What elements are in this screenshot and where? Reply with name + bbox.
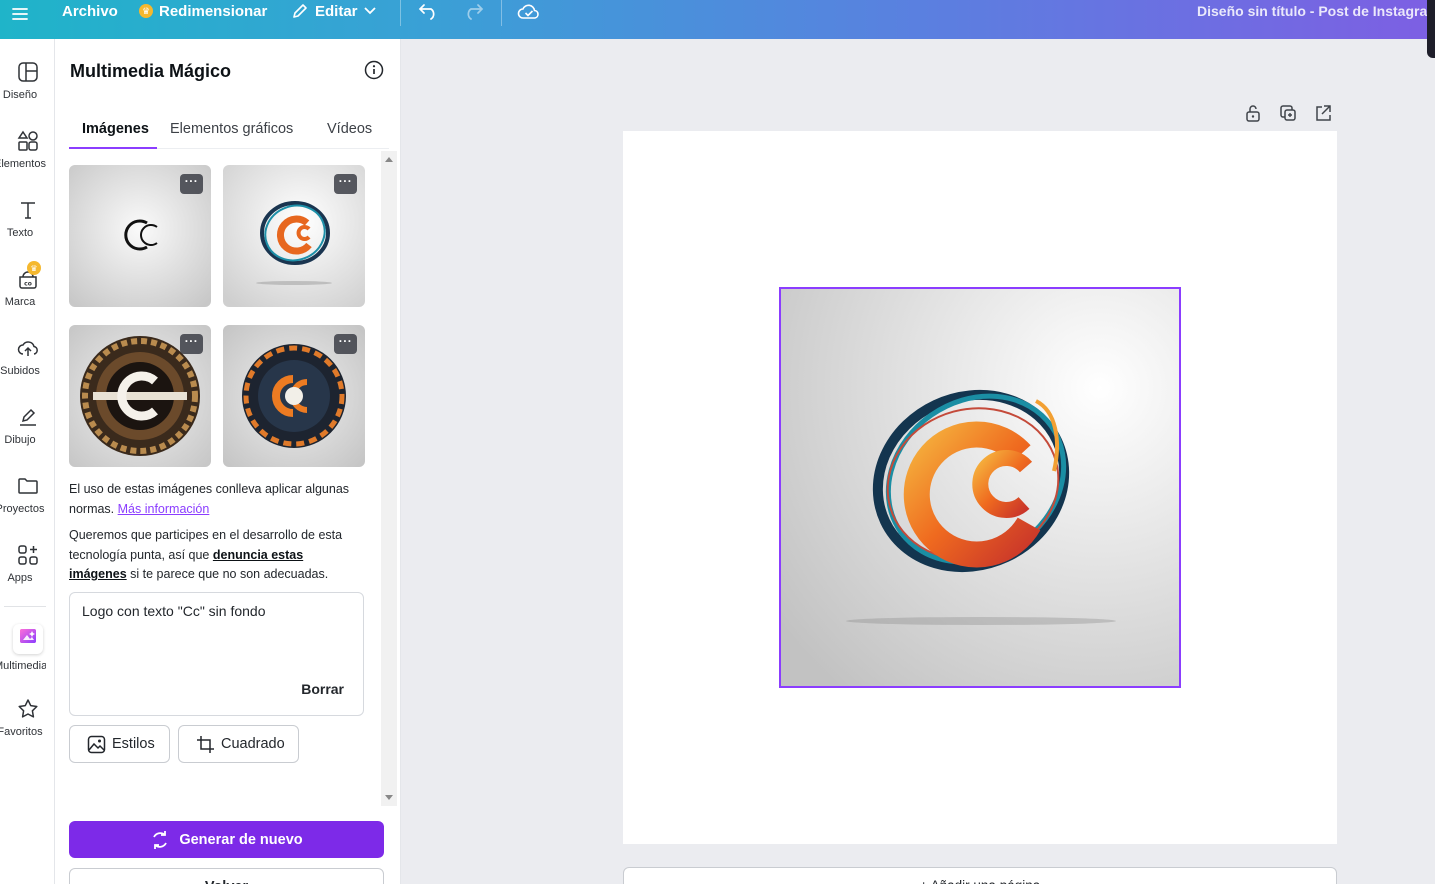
lock-icon[interactable]	[1243, 103, 1263, 123]
image-icon	[87, 735, 106, 753]
undo-icon[interactable]	[418, 0, 440, 22]
side-rail: Diseño Elementos Texto ♛ co Marca Subido…	[0, 39, 55, 884]
panel-content: ··· ··· ··· ··· El uso de estas imágenes…	[69, 154, 379, 804]
generate-label: Generar de nuevo	[179, 831, 303, 848]
rail-label: Proyectos	[0, 503, 45, 515]
text-icon	[20, 202, 35, 219]
report-notice: Queremos que participes en el desarrollo…	[69, 526, 359, 585]
apps-icon	[17, 545, 38, 565]
crown-icon: ♛	[139, 4, 153, 18]
rail-label: Dibujo	[4, 434, 36, 446]
generated-image-3[interactable]: ···	[69, 325, 211, 467]
styles-label: Estilos	[112, 736, 155, 752]
refresh-icon	[153, 830, 168, 849]
more-options-icon[interactable]: ···	[180, 174, 203, 194]
generated-image-2[interactable]: ···	[223, 165, 365, 307]
scroll-down-arrow[interactable]	[385, 795, 393, 800]
more-options-icon[interactable]: ···	[180, 334, 203, 354]
add-page-button[interactable]: + Añadir una página	[623, 867, 1337, 884]
top-bar: Archivo ♛ Redimensionar Editar Diseño si…	[0, 0, 1435, 39]
prompt-input[interactable]: Logo con texto "Cc" sin fondo Borrar	[69, 592, 364, 716]
tab-videos[interactable]: Vídeos	[327, 121, 372, 137]
rail-item-favorites[interactable]: Favoritos	[0, 698, 54, 738]
duplicate-icon[interactable]	[1278, 103, 1298, 123]
rail-item-brand[interactable]: ♛ co Marca	[0, 261, 54, 308]
info-icon[interactable]	[364, 60, 384, 80]
redo-icon[interactable]	[462, 0, 484, 22]
window-edge	[1427, 0, 1435, 58]
active-tab-indicator	[69, 147, 157, 149]
usage-notice: El uso de estas imágenes conlleva aplica…	[69, 480, 359, 519]
magic-media-icon	[12, 624, 43, 654]
star-icon	[17, 699, 38, 718]
crop-icon	[197, 735, 214, 753]
resize-button[interactable]: ♛ Redimensionar	[139, 0, 267, 22]
resize-label: Redimensionar	[159, 2, 268, 20]
more-options-icon[interactable]: ···	[334, 334, 357, 354]
prompt-text[interactable]: Logo con texto "Cc" sin fondo	[82, 603, 266, 619]
scroll-up-arrow[interactable]	[385, 157, 393, 162]
menu-icon[interactable]	[12, 3, 28, 25]
logo-image	[781, 289, 1179, 686]
generated-image-4[interactable]: ···	[223, 325, 365, 467]
divider	[501, 0, 502, 26]
rail-label: Diseño	[2, 89, 38, 101]
rail-label: Texto	[6, 227, 34, 239]
rail-item-design[interactable]: Diseño	[0, 61, 54, 101]
tab-images[interactable]: Imágenes	[82, 121, 149, 137]
styles-button[interactable]: Estilos	[69, 725, 170, 763]
edit-menu[interactable]: Editar	[291, 0, 376, 22]
shapes-icon	[17, 130, 38, 151]
aspect-label: Cuadrado	[221, 736, 285, 752]
divider	[400, 0, 401, 26]
crown-icon: ♛	[27, 261, 41, 275]
pencil-icon	[293, 4, 307, 18]
selected-image[interactable]	[779, 287, 1181, 688]
rail-item-magic-media[interactable]: Multimedia ...	[0, 624, 54, 672]
back-button[interactable]: Volver	[69, 868, 384, 884]
upload-cloud-icon	[17, 341, 38, 356]
svg-text:co: co	[24, 281, 32, 288]
rail-divider	[4, 606, 46, 607]
rail-item-uploads[interactable]: Subidos	[0, 337, 54, 377]
generate-again-button[interactable]: Generar de nuevo	[69, 821, 384, 858]
chevron-down-icon	[363, 7, 376, 15]
rail-item-text[interactable]: Texto	[0, 199, 54, 239]
folder-icon	[17, 478, 38, 494]
document-title[interactable]: Diseño sin título - Post de Instagram	[1197, 3, 1427, 19]
panel-title: Multimedia Mágico	[70, 61, 232, 81]
rail-item-projects[interactable]: Proyectos	[0, 475, 54, 515]
rail-label: Marca	[4, 296, 36, 308]
draw-icon	[19, 408, 36, 426]
edit-label: Editar	[315, 2, 358, 20]
share-page-icon[interactable]	[1313, 103, 1333, 123]
more-options-icon[interactable]: ···	[334, 174, 357, 194]
rail-label: Multimedia ...	[0, 660, 46, 672]
media-tabs: Imágenes Elementos gráficos Vídeos	[69, 119, 389, 149]
clear-button[interactable]: Borrar	[301, 681, 344, 697]
page-toolbar	[1243, 103, 1333, 123]
report-notice-text-end: si te parece que no son adecuadas.	[130, 567, 329, 581]
layout-icon	[17, 62, 38, 82]
file-menu[interactable]: Archivo	[62, 0, 118, 22]
generated-image-1[interactable]: ···	[69, 165, 211, 307]
rail-item-elements[interactable]: Elementos	[0, 130, 54, 170]
rail-item-apps[interactable]: Apps	[0, 544, 54, 584]
rail-label: Apps	[7, 572, 33, 584]
panel-scrollbar[interactable]	[381, 151, 397, 806]
rail-label: Subidos	[0, 365, 40, 377]
rail-label: Elementos	[0, 158, 46, 170]
cloud-save-icon[interactable]	[517, 0, 541, 22]
tab-graphics[interactable]: Elementos gráficos	[170, 121, 293, 137]
rail-label: Favoritos	[0, 726, 43, 738]
rail-item-draw[interactable]: Dibujo	[0, 406, 54, 446]
more-info-link[interactable]: Más información	[118, 502, 210, 516]
magic-media-panel: Multimedia Mágico Imágenes Elementos grá…	[55, 39, 401, 884]
aspect-ratio-button[interactable]: Cuadrado	[178, 725, 299, 763]
